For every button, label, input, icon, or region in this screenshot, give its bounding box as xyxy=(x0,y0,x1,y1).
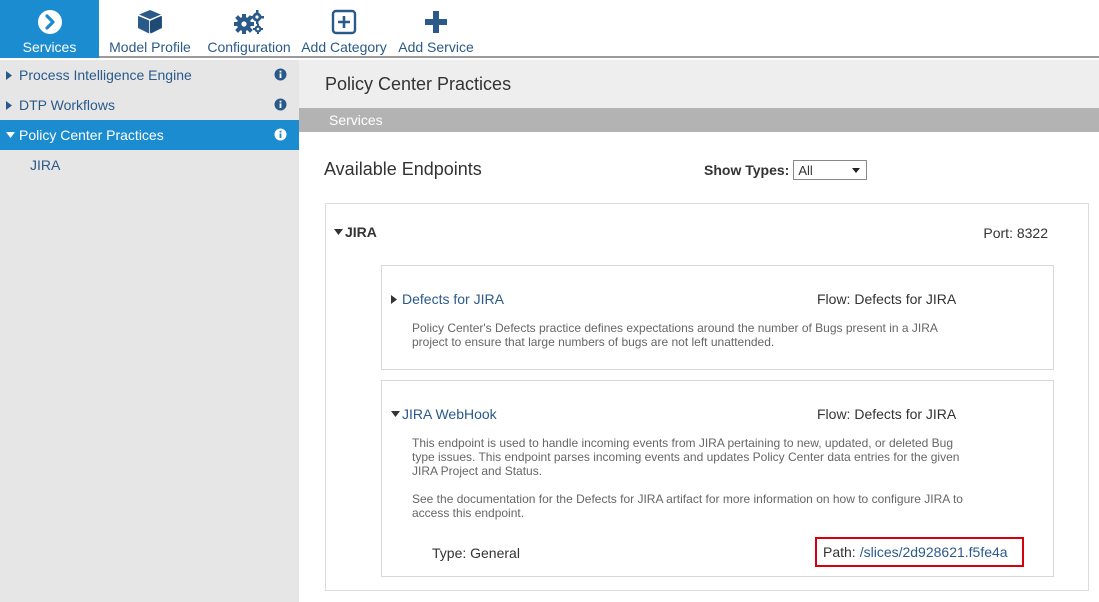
category-toggle[interactable]: JIRA xyxy=(334,224,377,240)
section-bar: Services xyxy=(299,108,1099,132)
page-title: Policy Center Practices xyxy=(299,60,1099,108)
show-types-value: All xyxy=(798,162,813,178)
endpoint-toggle[interactable]: JIRA WebHook xyxy=(391,406,497,422)
path-link[interactable]: /slices/2d928621.f5fe4a xyxy=(860,544,1008,560)
gears-icon xyxy=(234,10,264,34)
endpoint-title: JIRA WebHook xyxy=(402,406,497,422)
services-label: Services xyxy=(22,39,77,55)
caret-down-icon xyxy=(391,411,400,417)
dropdown-arrow-icon xyxy=(852,167,861,173)
sidebar-item-policy-center-practices[interactable]: Policy Center Practices xyxy=(0,120,299,150)
endpoint-flow: Flow: Defects for JIRA xyxy=(817,291,957,307)
model-profile-button[interactable]: Model Profile xyxy=(104,0,196,58)
caret-down-icon xyxy=(6,132,18,138)
endpoint-type: Type: General xyxy=(432,545,520,561)
endpoint-description-line: type issues. This endpoint parses incomi… xyxy=(412,450,960,464)
endpoint-description-line: This endpoint is used to handle incoming… xyxy=(412,436,954,450)
info-icon[interactable] xyxy=(274,98,287,114)
endpoint-description-line: access this endpoint. xyxy=(412,506,525,520)
category-port: Port: 8322 xyxy=(983,225,1048,241)
sidebar-item-process-intelligence-engine[interactable]: Process Intelligence Engine xyxy=(0,60,299,90)
main-content: Policy Center Practices Services Availab… xyxy=(299,60,1099,602)
add-service-label: Add Service xyxy=(398,39,474,55)
show-types-select[interactable]: All xyxy=(793,160,868,180)
cube-icon xyxy=(137,10,163,34)
caret-right-icon xyxy=(6,100,18,110)
sidebar-subitem-jira[interactable]: JIRA xyxy=(0,150,299,180)
top-toolbar: Services Model Profile Configuration Add… xyxy=(0,0,1099,58)
plus-square-icon xyxy=(331,9,357,35)
endpoint-card: Defects for JIRA Flow: Defects for JIRA … xyxy=(381,265,1054,370)
endpoint-description-line: JIRA Project and Status. xyxy=(412,464,543,478)
show-types-label: Show Types: xyxy=(704,162,790,178)
plus-icon xyxy=(425,11,447,33)
endpoint-description-line: Policy Center's Defects practice defines… xyxy=(412,321,938,335)
info-icon[interactable] xyxy=(274,68,287,84)
category-panel: JIRA Port: 8322 Defects for JIRA Flow: D… xyxy=(325,203,1089,591)
path-label: Path: xyxy=(823,544,856,560)
endpoint-description-line: project to ensure that large numbers of … xyxy=(412,335,775,349)
endpoint-card: JIRA WebHook Flow: Defects for JIRA This… xyxy=(381,380,1054,577)
caret-right-icon xyxy=(6,70,18,80)
services-button[interactable]: Services xyxy=(0,0,99,58)
show-types-filter: Show Types: All xyxy=(704,160,868,180)
configuration-label: Configuration xyxy=(207,39,291,55)
model-profile-label: Model Profile xyxy=(109,39,191,55)
sidebar-item-label: DTP Workflows xyxy=(19,97,115,113)
add-category-label: Add Category xyxy=(301,39,387,55)
caret-right-icon xyxy=(391,294,397,304)
endpoint-description-line: See the documentation for the Defects fo… xyxy=(412,492,963,506)
add-category-button[interactable]: Add Category xyxy=(301,0,387,58)
caret-down-icon xyxy=(334,229,343,235)
endpoint-title: Defects for JIRA xyxy=(402,291,504,307)
sidebar: Process Intelligence Engine DTP Workflow… xyxy=(0,60,299,602)
chevron-right-circle-icon xyxy=(37,10,62,34)
endpoint-flow: Flow: Defects for JIRA xyxy=(817,406,957,422)
configuration-button[interactable]: Configuration xyxy=(203,0,295,58)
add-service-button[interactable]: Add Service xyxy=(396,0,476,58)
sidebar-item-dtp-workflows[interactable]: DTP Workflows xyxy=(0,90,299,120)
endpoint-toggle[interactable]: Defects for JIRA xyxy=(391,291,504,307)
category-name: JIRA xyxy=(345,224,377,240)
sidebar-item-label: Process Intelligence Engine xyxy=(19,67,192,83)
available-endpoints-heading: Available Endpoints xyxy=(324,159,482,179)
info-icon[interactable] xyxy=(274,128,287,144)
sidebar-item-label: Policy Center Practices xyxy=(19,127,164,143)
endpoint-path: Path: /slices/2d928621.f5fe4a xyxy=(815,537,1024,567)
